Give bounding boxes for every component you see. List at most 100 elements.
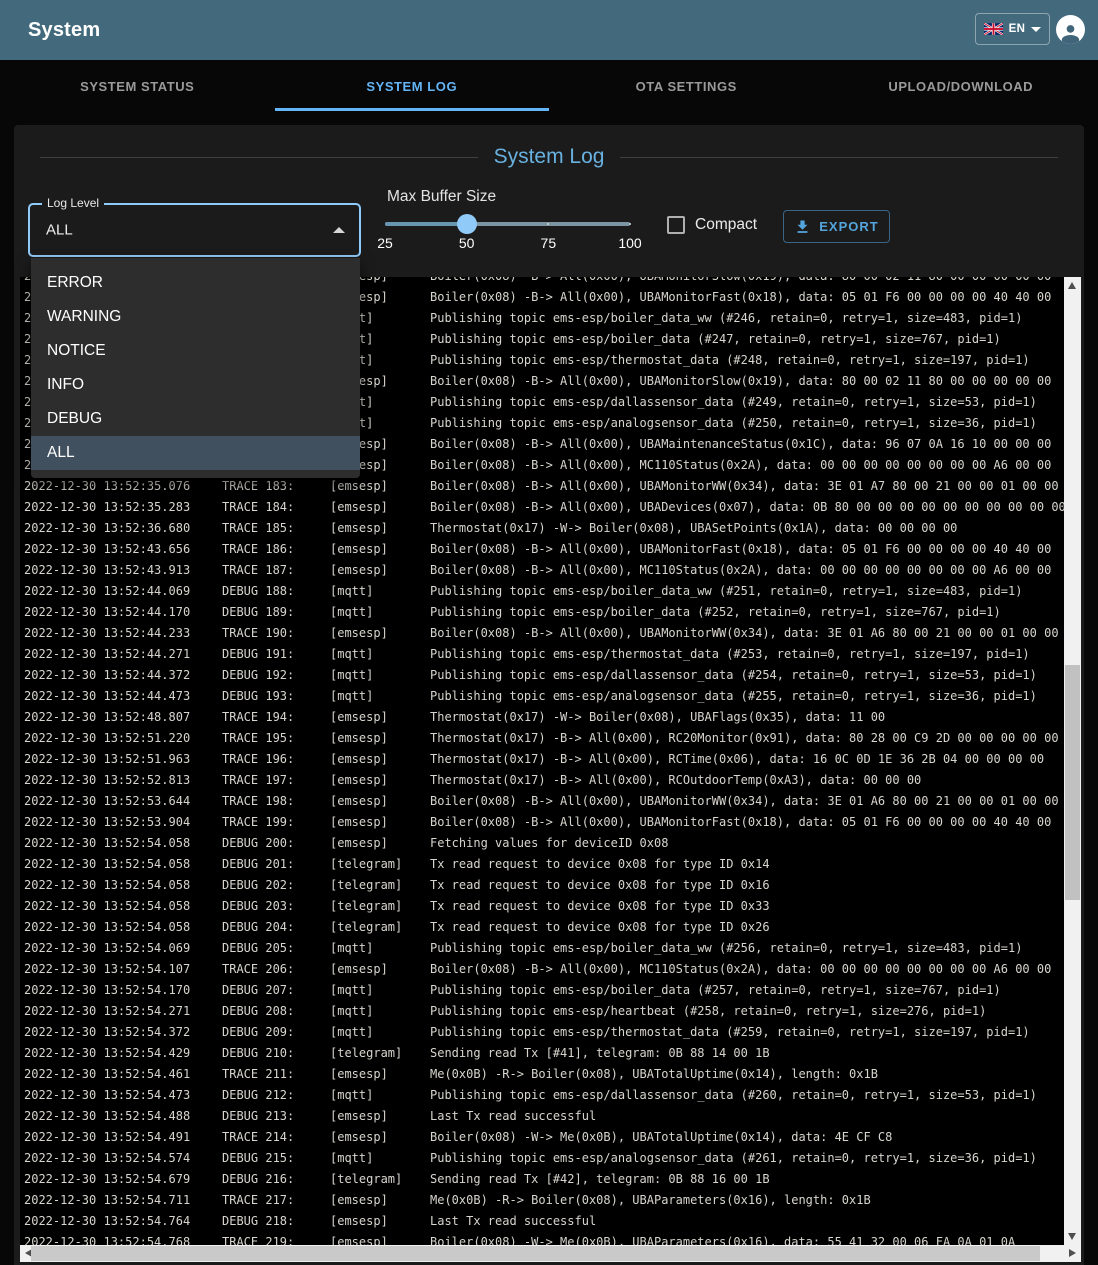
log-timestamp: 2022-12-30 13:52:54.679	[24, 1169, 222, 1190]
slider-mark-label: 75	[541, 235, 557, 251]
account-button[interactable]	[1056, 15, 1085, 44]
scroll-up-arrow-icon[interactable]	[1068, 282, 1076, 289]
log-row: 2022-12-30 13:52:48.807 TRACE 194: [emse…	[20, 707, 1081, 728]
log-source-tag: [emsesp]	[330, 560, 430, 581]
log-level-select[interactable]: Log Level ALL	[28, 203, 361, 257]
log-message: Boiler(0x08) -B-> All(0x00), UBAMonitorS…	[430, 277, 1081, 287]
log-message: Thermostat(0x17) -W-> Boiler(0x08), UBAF…	[430, 707, 1081, 728]
log-level-option-debug[interactable]: DEBUG	[31, 402, 360, 436]
log-source-tag: [mqtt]	[330, 1001, 430, 1022]
log-message: Sending read Tx [#42], telegram: 0B 88 1…	[430, 1169, 1081, 1190]
tab-system-log[interactable]: SYSTEM LOG	[275, 60, 550, 112]
log-level: DEBUG 209:	[222, 1022, 330, 1043]
tab-bar: SYSTEM STATUSSYSTEM LOGOTA SETTINGSUPLOA…	[0, 60, 1098, 112]
log-row: 2022-12-30 13:52:44.473 DEBUG 193: [mqtt…	[20, 686, 1081, 707]
log-level-option-all[interactable]: ALL	[31, 436, 360, 470]
max-buffer-size-slider[interactable]	[385, 213, 630, 237]
log-level: DEBUG 213:	[222, 1106, 330, 1127]
log-timestamp: 2022-12-30 13:52:36.680	[24, 518, 222, 539]
log-level: TRACE 199:	[222, 812, 330, 833]
log-row: 2022-12-30 13:52:54.058 DEBUG 204: [tele…	[20, 917, 1081, 938]
slider-mark-labels: 255075100	[385, 235, 630, 253]
log-message: Publishing topic ems-esp/boiler_data_ww …	[430, 938, 1081, 959]
log-message: Thermostat(0x17) -W-> Boiler(0x08), UBAS…	[430, 518, 1081, 539]
log-source-tag: [mqtt]	[330, 665, 430, 686]
log-source-tag: [emsesp]	[330, 539, 430, 560]
log-message: Publishing topic ems-esp/thermostat_data…	[430, 1022, 1081, 1043]
log-message: Boiler(0x08) -B-> All(0x00), UBAMaintena…	[430, 434, 1081, 455]
scroll-down-arrow-icon[interactable]	[1068, 1233, 1076, 1240]
log-row: 2022-12-30 13:52:54.574 DEBUG 215: [mqtt…	[20, 1148, 1081, 1169]
log-row: 2022-12-30 13:52:54.429 DEBUG 210: [tele…	[20, 1043, 1081, 1064]
log-source-tag: [emsesp]	[330, 1190, 430, 1211]
slider-thumb[interactable]	[457, 214, 477, 234]
log-source-tag: [emsesp]	[330, 707, 430, 728]
log-level: TRACE 184:	[222, 497, 330, 518]
log-level-option-error[interactable]: ERROR	[31, 266, 360, 300]
log-level: DEBUG 216:	[222, 1169, 330, 1190]
vertical-scrollbar[interactable]	[1064, 277, 1081, 1245]
language-selector-button[interactable]: EN	[975, 13, 1050, 45]
log-level-value: ALL	[46, 222, 73, 239]
log-row: 2022-12-30 13:52:54.069 DEBUG 205: [mqtt…	[20, 938, 1081, 959]
log-row: 2022-12-30 13:52:44.233 TRACE 190: [emse…	[20, 623, 1081, 644]
log-source-tag: [emsesp]	[330, 749, 430, 770]
log-timestamp: 2022-12-30 13:52:54.058	[24, 875, 222, 896]
log-timestamp: 2022-12-30 13:52:54.271	[24, 1001, 222, 1022]
log-level-option-notice[interactable]: NOTICE	[31, 334, 360, 368]
log-message: Fetching values for deviceID 0x08	[430, 833, 1081, 854]
log-message: Me(0x0B) -R-> Boiler(0x08), UBATotalUpti…	[430, 1064, 1081, 1085]
log-timestamp: 2022-12-30 13:52:48.807	[24, 707, 222, 728]
chevron-down-icon	[1031, 27, 1041, 32]
log-timestamp: 2022-12-30 13:52:44.473	[24, 686, 222, 707]
log-row: 2022-12-30 13:52:51.220 TRACE 195: [emse…	[20, 728, 1081, 749]
compact-label: Compact	[695, 216, 757, 234]
log-level-label: Log Level	[42, 196, 104, 210]
log-row: 2022-12-30 13:52:43.913 TRACE 187: [emse…	[20, 560, 1081, 581]
log-source-tag: [emsesp]	[330, 833, 430, 854]
log-timestamp: 2022-12-30 13:52:54.107	[24, 959, 222, 980]
log-message: Publishing topic ems-esp/boiler_data_ww …	[430, 581, 1081, 602]
log-timestamp: 2022-12-30 13:52:35.076	[24, 476, 222, 497]
log-message: Boiler(0x08) -B-> All(0x00), MC110Status…	[430, 959, 1081, 980]
log-level: TRACE 214:	[222, 1127, 330, 1148]
log-row: 2022-12-30 13:52:44.271 DEBUG 191: [mqtt…	[20, 644, 1081, 665]
log-level: DEBUG 200:	[222, 833, 330, 854]
vertical-scrollbar-thumb[interactable]	[1065, 665, 1080, 900]
tab-system-status[interactable]: SYSTEM STATUS	[0, 60, 275, 112]
export-button[interactable]: EXPORT	[783, 210, 890, 243]
log-message: Publishing topic ems-esp/analogsensor_da…	[430, 1148, 1081, 1169]
compact-checkbox[interactable]	[667, 216, 685, 234]
account-icon	[1059, 22, 1082, 44]
log-source-tag: [telegram]	[330, 854, 430, 875]
log-timestamp: 2022-12-30 13:52:44.372	[24, 665, 222, 686]
log-timestamp: 2022-12-30 13:52:54.711	[24, 1190, 222, 1211]
log-row: 2022-12-30 13:52:53.904 TRACE 199: [emse…	[20, 812, 1081, 833]
log-message: Sending read Tx [#41], telegram: 0B 88 1…	[430, 1043, 1081, 1064]
log-message: Boiler(0x08) -B-> All(0x00), UBAMonitorW…	[430, 476, 1081, 497]
log-level: DEBUG 202:	[222, 875, 330, 896]
log-message: Publishing topic ems-esp/boiler_data (#2…	[430, 602, 1081, 623]
tab-ota-settings[interactable]: OTA SETTINGS	[549, 60, 824, 112]
log-source-tag: [emsesp]	[330, 623, 430, 644]
log-timestamp: 2022-12-30 13:52:54.372	[24, 1022, 222, 1043]
log-source-tag: [telegram]	[330, 896, 430, 917]
scroll-right-arrow-icon[interactable]	[1069, 1249, 1076, 1257]
log-level: DEBUG 205:	[222, 938, 330, 959]
horizontal-scrollbar[interactable]	[20, 1245, 1081, 1262]
log-level-option-warning[interactable]: WARNING	[31, 300, 360, 334]
log-message: Publishing topic ems-esp/thermostat_data…	[430, 644, 1081, 665]
tab-upload-download[interactable]: UPLOAD/DOWNLOAD	[824, 60, 1098, 112]
log-level: DEBUG 204:	[222, 917, 330, 938]
horizontal-scrollbar-thumb[interactable]	[31, 1246, 1040, 1261]
log-source-tag: [emsesp]	[330, 1064, 430, 1085]
log-timestamp: 2022-12-30 13:52:51.220	[24, 728, 222, 749]
log-level: DEBUG 218:	[222, 1211, 330, 1232]
log-level-option-info[interactable]: INFO	[31, 368, 360, 402]
log-message: Thermostat(0x17) -B-> All(0x00), RC20Mon…	[430, 728, 1081, 749]
log-source-tag: [telegram]	[330, 1043, 430, 1064]
log-level: DEBUG 191:	[222, 644, 330, 665]
log-source-tag: [emsesp]	[330, 518, 430, 539]
log-timestamp: 2022-12-30 13:52:44.170	[24, 602, 222, 623]
log-source-tag: [mqtt]	[330, 1085, 430, 1106]
